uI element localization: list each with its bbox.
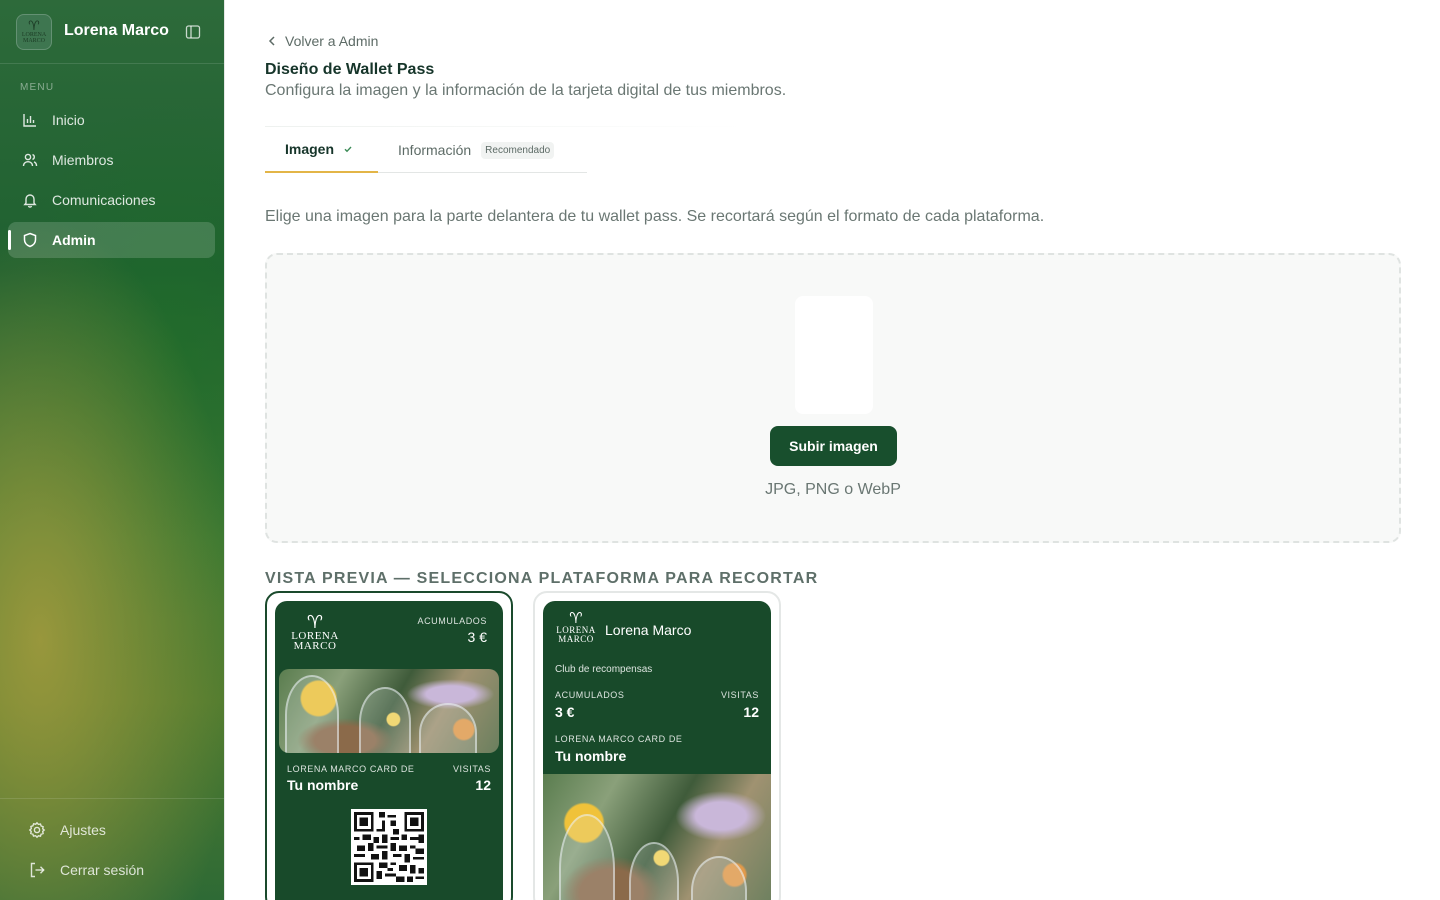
settings-label: Ajustes	[60, 822, 106, 838]
pass-strip-image	[279, 669, 499, 753]
bar-chart-icon	[23, 114, 36, 127]
glass-dome	[629, 842, 679, 900]
sprout-icon: ♈︎	[28, 18, 40, 33]
holder-value: Tu nombre	[555, 748, 627, 764]
glass-dome	[419, 703, 477, 753]
sprout-icon: ♈︎	[569, 610, 583, 627]
brand-logo: ♈︎ LORENA MARCO	[16, 14, 52, 50]
logout-link[interactable]: Cerrar sesión	[28, 861, 144, 879]
wallet-pass-preview: ♈︎ LORENA MARCO ACUMULADOS 3 € LORENA MA…	[275, 601, 503, 900]
holder-label: LORENA MARCO CARD DE	[287, 764, 415, 774]
main-content: Volver a Admin Diseño de Wallet Pass Con…	[224, 0, 1440, 900]
platform-preview-card-b[interactable]: ♈︎ LORENA MARCO Lorena Marco Club de rec…	[533, 591, 781, 900]
menu-section-label: MENU	[20, 82, 55, 93]
accumulated-value: 3 €	[555, 704, 575, 720]
logo-text: LORENA MARCO	[21, 32, 47, 44]
sidebar-item-label: Inicio	[52, 112, 85, 128]
accumulated-value: 3 €	[467, 629, 487, 645]
bell-icon	[23, 194, 37, 208]
recommended-badge: Recomendado	[481, 141, 555, 159]
accumulated-label: ACUMULADOS	[555, 690, 625, 700]
pass-logo-text: LORENA MARCO	[556, 625, 596, 644]
image-placeholder	[795, 296, 873, 414]
holder-value: Tu nombre	[287, 777, 359, 793]
tab-informacion[interactable]: Información Recomendado	[398, 127, 555, 173]
brand-name: Lorena Marco	[64, 22, 169, 39]
page-title: Diseño de Wallet Pass	[265, 61, 435, 78]
sidebar-toggle-icon[interactable]	[185, 24, 201, 40]
preview-section-label: VISTA PREVIA — SELECCIONA PLATAFORMA PAR…	[265, 570, 819, 587]
sidebar: ♈︎ LORENA MARCO Lorena Marco MENU Inicio…	[0, 0, 224, 900]
glass-dome	[691, 856, 747, 900]
sidebar-item-admin[interactable]: Admin	[8, 222, 215, 258]
logout-label: Cerrar sesión	[60, 862, 145, 878]
back-link[interactable]: Volver a Admin	[265, 33, 378, 49]
visits-label: VISITAS	[452, 764, 491, 774]
program-name: Club de recompensas	[555, 664, 653, 675]
glass-dome	[285, 675, 339, 753]
sidebar-item-miembros[interactable]: Miembros	[8, 142, 215, 178]
glass-dome	[359, 687, 411, 753]
upload-image-button[interactable]: Subir imagen	[770, 426, 897, 466]
sidebar-item-label: Comunicaciones	[52, 192, 156, 208]
visits-value: 12	[475, 777, 491, 793]
shield-icon	[23, 232, 37, 248]
tab-bar: Imagen Información Recomendado	[265, 127, 587, 173]
pass-logo: ♈︎ LORENA MARCO	[291, 612, 339, 652]
qr-code	[351, 809, 427, 885]
sidebar-header: ♈︎ LORENA MARCO Lorena Marco	[0, 0, 224, 64]
image-instructions: Elige una imagen para la parte delantera…	[265, 208, 1045, 225]
sidebar-item-label: Miembros	[52, 152, 114, 168]
sidebar-footer: Ajustes Cerrar sesión	[0, 798, 224, 900]
tab-label: Imagen	[285, 141, 335, 157]
pass-brand-name: Lorena Marco	[605, 622, 692, 638]
back-link-label: Volver a Admin	[285, 33, 379, 49]
check-icon	[344, 146, 352, 153]
visits-value: 12	[743, 704, 759, 720]
pass-logo-text: LORENA MARCO	[291, 630, 339, 652]
tab-imagen[interactable]: Imagen	[265, 127, 378, 173]
accumulated-label: ACUMULADOS	[417, 616, 487, 626]
sidebar-item-comunicaciones[interactable]: Comunicaciones	[8, 182, 215, 218]
accepted-formats: JPG, PNG o WebP	[765, 481, 901, 498]
qr-code-icon	[354, 812, 424, 882]
pass-logo: ♈︎ LORENA MARCO	[555, 611, 597, 644]
holder-label: LORENA MARCO CARD DE	[555, 734, 683, 744]
sidebar-item-inicio[interactable]: Inicio	[8, 102, 215, 138]
chevron-left-icon	[268, 36, 275, 46]
wallet-pass-preview: ♈︎ LORENA MARCO Lorena Marco Club de rec…	[543, 601, 771, 900]
sprout-icon: ♈︎	[306, 612, 324, 632]
glass-dome	[559, 814, 615, 900]
sidebar-item-label: Admin	[52, 232, 96, 248]
settings-link[interactable]: Ajustes	[28, 821, 106, 839]
pass-hero-image	[543, 774, 771, 900]
platform-preview-card-a[interactable]: ♈︎ LORENA MARCO ACUMULADOS 3 € LORENA MA…	[265, 591, 513, 900]
gear-icon	[28, 821, 46, 839]
page-subtitle: Configura la imagen y la información de …	[265, 82, 787, 99]
image-dropzone[interactable]: Subir imagen JPG, PNG o WebP	[265, 253, 1401, 543]
logout-icon	[30, 862, 45, 878]
tab-label: Información	[398, 142, 472, 158]
visits-label: VISITAS	[720, 690, 759, 700]
users-icon	[22, 153, 38, 167]
